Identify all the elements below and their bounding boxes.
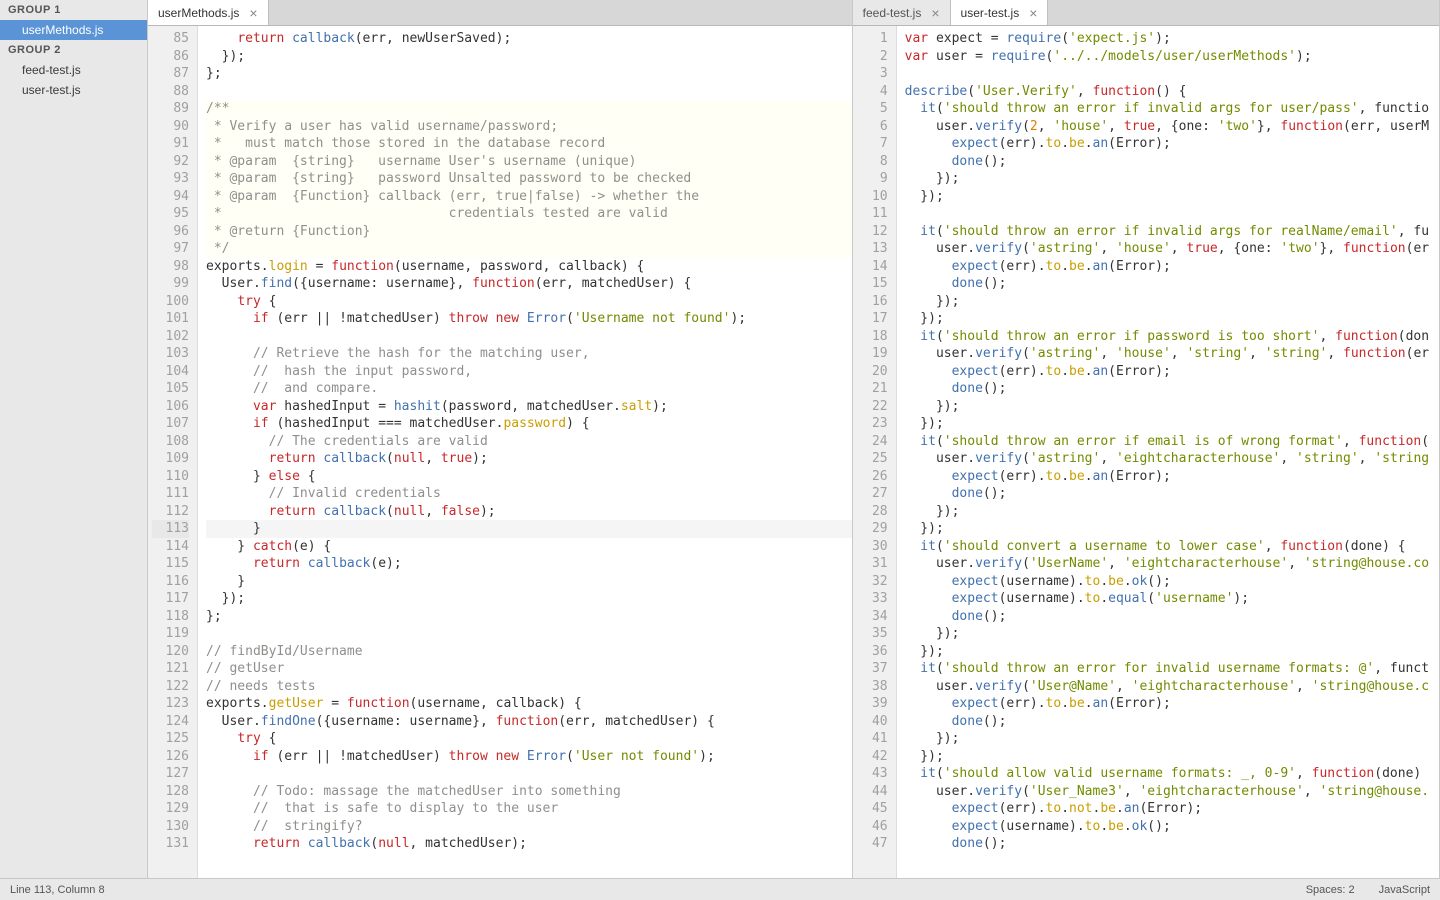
status-bar: Line 113, Column 8 Spaces: 2 JavaScript (0, 878, 1440, 900)
editor-pane-right: feed-test.js × user-test.js × 1234567891… (853, 0, 1440, 878)
editor-pane-left: userMethods.js × 85868788899091929394959… (148, 0, 853, 878)
status-lang[interactable]: JavaScript (1379, 884, 1430, 896)
tab-bar-right: feed-test.js × user-test.js × (853, 0, 1439, 26)
sidebar-item-feed-test[interactable]: feed-test.js (0, 60, 147, 80)
sidebar-item-user-test[interactable]: user-test.js (0, 80, 147, 100)
tab-bar-left: userMethods.js × (148, 0, 852, 26)
editor-left[interactable]: 8586878889909192939495969798991001011021… (148, 26, 852, 878)
editor-right[interactable]: 1234567891011121314151617181920212223242… (853, 26, 1439, 878)
sidebar: GROUP 1 userMethods.js GROUP 2 feed-test… (0, 0, 148, 878)
code-area[interactable]: var expect = require('expect.js');var us… (897, 26, 1439, 878)
code-area[interactable]: return callback(err, newUserSaved); });}… (198, 26, 852, 878)
tab-usermethods[interactable]: userMethods.js × (148, 0, 269, 25)
gutter[interactable]: 1234567891011121314151617181920212223242… (853, 26, 897, 878)
editor-panes: userMethods.js × 85868788899091929394959… (148, 0, 1440, 878)
close-icon[interactable]: × (931, 5, 939, 21)
group-header-2[interactable]: GROUP 2 (0, 40, 147, 60)
tab-user-test[interactable]: user-test.js × (951, 0, 1049, 25)
sidebar-item-usermethods[interactable]: userMethods.js (0, 20, 147, 40)
tab-label: feed-test.js (863, 6, 922, 20)
close-icon[interactable]: × (249, 5, 257, 21)
tab-label: userMethods.js (158, 6, 239, 20)
status-cursor[interactable]: Line 113, Column 8 (10, 884, 1306, 896)
tab-feed-test[interactable]: feed-test.js × (853, 0, 951, 25)
group-header-1[interactable]: GROUP 1 (0, 0, 147, 20)
gutter[interactable]: 8586878889909192939495969798991001011021… (148, 26, 198, 878)
close-icon[interactable]: × (1029, 5, 1037, 21)
tab-label: user-test.js (961, 6, 1020, 20)
workspace: GROUP 1 userMethods.js GROUP 2 feed-test… (0, 0, 1440, 878)
status-spaces[interactable]: Spaces: 2 (1306, 884, 1355, 896)
